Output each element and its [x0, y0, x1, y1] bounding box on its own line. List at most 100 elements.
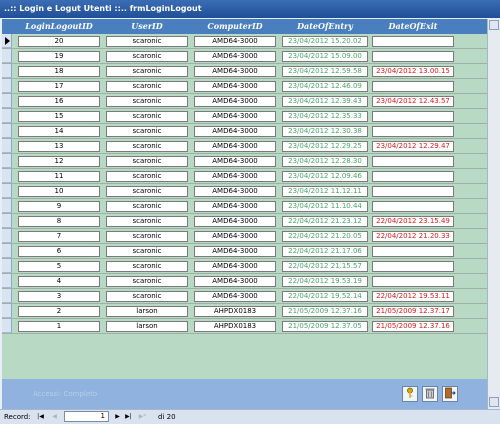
- user-field[interactable]: larson: [106, 306, 188, 317]
- entry-field[interactable]: 23/04/2012 12.39.43: [282, 96, 368, 107]
- record-selector[interactable]: [2, 259, 12, 273]
- user-field[interactable]: scaronic: [106, 111, 188, 122]
- id-field[interactable]: 3: [18, 291, 100, 302]
- record-selector[interactable]: [2, 64, 12, 78]
- id-field[interactable]: 18: [18, 66, 100, 77]
- user-field[interactable]: scaronic: [106, 201, 188, 212]
- delete-button[interactable]: [422, 386, 438, 402]
- computer-field[interactable]: AMD64-3000: [194, 171, 276, 182]
- id-field[interactable]: 8: [18, 216, 100, 227]
- user-field[interactable]: scaronic: [106, 291, 188, 302]
- id-field[interactable]: 20: [18, 36, 100, 47]
- computer-field[interactable]: AMD64-3000: [194, 186, 276, 197]
- computer-field[interactable]: AHPDX0183: [194, 306, 276, 317]
- id-field[interactable]: 19: [18, 51, 100, 62]
- record-selector[interactable]: [2, 229, 12, 243]
- exit-field[interactable]: 23/04/2012 12.29.47: [372, 141, 454, 152]
- entry-field[interactable]: 23/04/2012 12.09.46: [282, 171, 368, 182]
- entry-field[interactable]: 23/04/2012 15.20.02: [282, 36, 368, 47]
- computer-field[interactable]: AMD64-3000: [194, 126, 276, 137]
- exit-field[interactable]: [372, 171, 454, 182]
- computer-field[interactable]: AMD64-3000: [194, 66, 276, 77]
- exit-field[interactable]: [372, 186, 454, 197]
- id-field[interactable]: 14: [18, 126, 100, 137]
- exit-field[interactable]: 22/04/2012 21.20.33: [372, 231, 454, 242]
- exit-field[interactable]: [372, 261, 454, 272]
- record-selector[interactable]: [2, 124, 12, 138]
- user-field[interactable]: scaronic: [106, 96, 188, 107]
- entry-field[interactable]: 22/04/2012 19.52.14: [282, 291, 368, 302]
- id-field[interactable]: 12: [18, 156, 100, 167]
- scroll-up-button[interactable]: [489, 20, 499, 30]
- computer-field[interactable]: AMD64-3000: [194, 276, 276, 287]
- exit-field[interactable]: [372, 201, 454, 212]
- exit-field[interactable]: 21/05/2009 12.37.17: [372, 306, 454, 317]
- exit-field[interactable]: 23/04/2012 13.00.15: [372, 66, 454, 77]
- record-selector[interactable]: [2, 319, 12, 333]
- record-selector[interactable]: [2, 304, 12, 318]
- entry-field[interactable]: 23/04/2012 15.09.00: [282, 51, 368, 62]
- current-record-input[interactable]: 1: [64, 411, 109, 422]
- exit-field[interactable]: [372, 81, 454, 92]
- record-selector[interactable]: [2, 184, 12, 198]
- id-field[interactable]: 10: [18, 186, 100, 197]
- computer-field[interactable]: AMD64-3000: [194, 201, 276, 212]
- entry-field[interactable]: 22/04/2012 21.17.06: [282, 246, 368, 257]
- entry-field[interactable]: 23/04/2012 12.46.09: [282, 81, 368, 92]
- entry-field[interactable]: 23/04/2012 12.59.58: [282, 66, 368, 77]
- record-selector[interactable]: [2, 154, 12, 168]
- exit-button[interactable]: [442, 386, 458, 402]
- next-record-button[interactable]: ▶: [113, 412, 122, 421]
- user-field[interactable]: scaronic: [106, 126, 188, 137]
- vertical-scrollbar[interactable]: [487, 19, 500, 409]
- computer-field[interactable]: AMD64-3000: [194, 291, 276, 302]
- id-field[interactable]: 7: [18, 231, 100, 242]
- first-record-button[interactable]: |◀: [36, 412, 45, 421]
- computer-field[interactable]: AMD64-3000: [194, 246, 276, 257]
- scroll-down-button[interactable]: [489, 397, 499, 407]
- user-field[interactable]: scaronic: [106, 261, 188, 272]
- entry-field[interactable]: 22/04/2012 19.53.19: [282, 276, 368, 287]
- user-field[interactable]: scaronic: [106, 246, 188, 257]
- key-button[interactable]: [402, 386, 418, 402]
- user-field[interactable]: scaronic: [106, 276, 188, 287]
- computer-field[interactable]: AMD64-3000: [194, 96, 276, 107]
- computer-field[interactable]: AMD64-3000: [194, 141, 276, 152]
- id-field[interactable]: 16: [18, 96, 100, 107]
- last-record-button[interactable]: ▶|: [124, 412, 133, 421]
- record-selector[interactable]: [2, 109, 12, 123]
- exit-field[interactable]: 23/04/2012 12.43.57: [372, 96, 454, 107]
- exit-field[interactable]: [372, 276, 454, 287]
- id-field[interactable]: 15: [18, 111, 100, 122]
- computer-field[interactable]: AMD64-3000: [194, 261, 276, 272]
- computer-field[interactable]: AMD64-3000: [194, 36, 276, 47]
- computer-field[interactable]: AMD64-3000: [194, 111, 276, 122]
- user-field[interactable]: scaronic: [106, 66, 188, 77]
- exit-field[interactable]: 21/05/2009 12.37.16: [372, 321, 454, 332]
- id-field[interactable]: 4: [18, 276, 100, 287]
- computer-field[interactable]: AMD64-3000: [194, 156, 276, 167]
- entry-field[interactable]: 23/04/2012 12.29.25: [282, 141, 368, 152]
- record-selector[interactable]: [2, 49, 12, 63]
- exit-field[interactable]: [372, 111, 454, 122]
- current-record-selector[interactable]: [2, 34, 12, 48]
- id-field[interactable]: 6: [18, 246, 100, 257]
- entry-field[interactable]: 23/04/2012 12.30.38: [282, 126, 368, 137]
- record-selector[interactable]: [2, 79, 12, 93]
- user-field[interactable]: scaronic: [106, 141, 188, 152]
- exit-field[interactable]: [372, 36, 454, 47]
- user-field[interactable]: scaronic: [106, 186, 188, 197]
- user-field[interactable]: scaronic: [106, 231, 188, 242]
- record-selector[interactable]: [2, 289, 12, 303]
- record-selector[interactable]: [2, 244, 12, 258]
- new-record-button[interactable]: ▶*: [138, 412, 147, 421]
- id-field[interactable]: 11: [18, 171, 100, 182]
- entry-field[interactable]: 23/04/2012 12.35.33: [282, 111, 368, 122]
- user-field[interactable]: scaronic: [106, 156, 188, 167]
- user-field[interactable]: scaronic: [106, 81, 188, 92]
- user-field[interactable]: larson: [106, 321, 188, 332]
- entry-field[interactable]: 23/04/2012 12.28.30: [282, 156, 368, 167]
- previous-record-button[interactable]: ◀: [50, 412, 59, 421]
- id-field[interactable]: 13: [18, 141, 100, 152]
- id-field[interactable]: 9: [18, 201, 100, 212]
